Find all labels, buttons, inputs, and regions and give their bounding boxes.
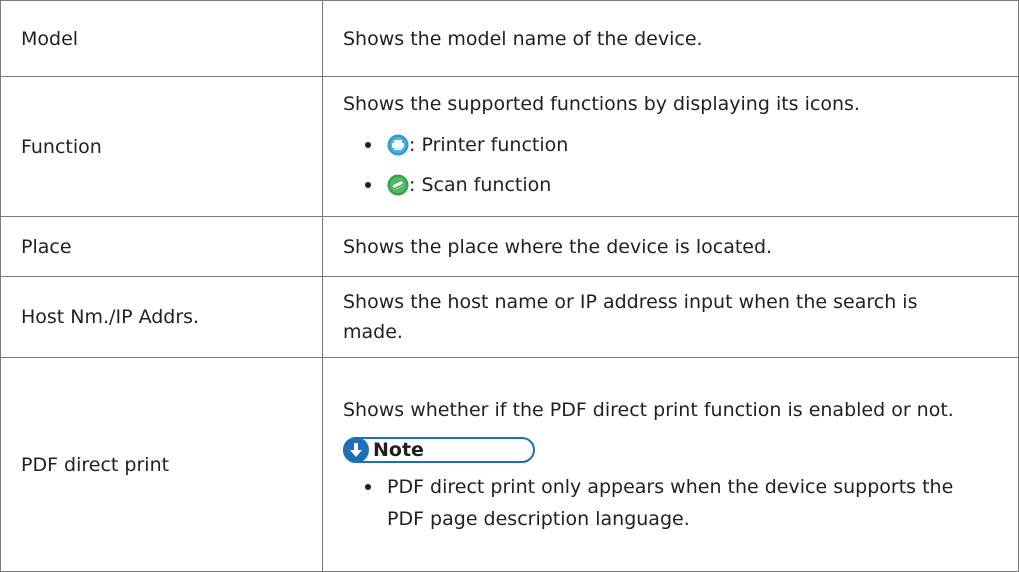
term-cell: Host Nm./IP Addrs. bbox=[0, 276, 323, 358]
list-item: PDF direct print only appears when the d… bbox=[365, 471, 1004, 535]
note-badge: Note bbox=[343, 436, 535, 463]
term-cell: Model bbox=[0, 0, 323, 77]
note-text-line: PDF direct print only appears when the d… bbox=[387, 475, 954, 498]
function-list: : Printer function : Scan function bbox=[343, 125, 1004, 205]
table-row: PDF direct print Shows whether if the PD… bbox=[0, 357, 1019, 572]
table-row: Function Shows the supported functions b… bbox=[0, 76, 1019, 217]
function-label: : Printer function bbox=[409, 133, 569, 156]
function-label: : Scan function bbox=[409, 173, 552, 196]
description-text-line: made. bbox=[343, 321, 403, 343]
note-text: PDF direct print only appears when the d… bbox=[387, 471, 953, 535]
description-cell: Shows whether if the PDF direct print fu… bbox=[322, 357, 1019, 572]
description-text: Shows the supported functions by display… bbox=[343, 92, 860, 115]
scan-function-icon bbox=[387, 174, 409, 196]
term-cell: Function bbox=[0, 76, 323, 217]
bullet-dot bbox=[365, 141, 371, 148]
term-cell: PDF direct print bbox=[0, 357, 323, 572]
table-row: Host Nm./IP Addrs. Shows the host name o… bbox=[0, 276, 1019, 358]
table-row: Place Shows the place where the device i… bbox=[0, 216, 1019, 277]
description-cell: Shows the place where the device is loca… bbox=[322, 216, 1019, 277]
list-item: : Printer function bbox=[365, 125, 1004, 165]
term-cell: Place bbox=[0, 216, 323, 277]
list-item: : Scan function bbox=[365, 165, 1004, 205]
bullet-dot bbox=[365, 181, 371, 188]
printer-function-icon bbox=[387, 134, 409, 156]
description-text: Shows whether if the PDF direct print fu… bbox=[343, 398, 954, 421]
description-text-line: Shows the host name or IP address input … bbox=[343, 291, 918, 313]
note-text-line: PDF page description language. bbox=[387, 507, 690, 530]
down-arrow-icon bbox=[343, 436, 369, 463]
description-cell: Shows the supported functions by display… bbox=[322, 76, 1019, 217]
bullet-dot bbox=[365, 483, 371, 490]
device-info-table: Model Shows the model name of the device… bbox=[0, 0, 1019, 572]
description-cell: Shows the host name or IP address input … bbox=[322, 276, 1019, 358]
table-row: Model Shows the model name of the device… bbox=[0, 0, 1019, 77]
note-list: PDF direct print only appears when the d… bbox=[343, 471, 1004, 535]
description-cell: Shows the model name of the device. bbox=[322, 0, 1019, 77]
note-label: Note bbox=[373, 438, 424, 461]
